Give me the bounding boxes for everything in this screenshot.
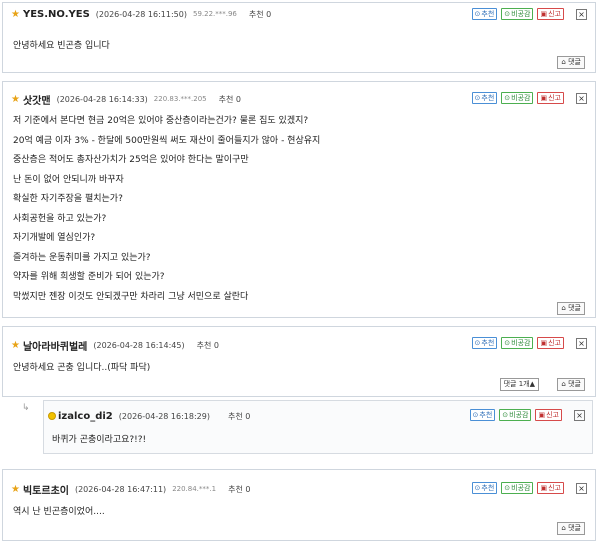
- comment-actions: ⊙ 추천 ⊙ 비공감 ▣ 신고 ×: [471, 337, 587, 349]
- comment-ip: 220.84.***.1: [172, 485, 217, 493]
- thumbs-down-icon: ⊙: [504, 94, 511, 102]
- comment-actions: ⊙ 추천 ⊙ 비공감 ▣ 신고 ×: [471, 482, 587, 494]
- reply-icon: ⌂: [561, 524, 566, 532]
- thumbs-up-icon: ⊙: [474, 10, 481, 18]
- comment-item: ★ 날아라바퀴벌레 (2026-04-28 16:14:45) 추천 0 ⊙ 추천…: [2, 326, 596, 397]
- comment-author[interactable]: 삿갓맨: [23, 92, 51, 107]
- comment-body: 바퀴가 곤충이라고요?!?!: [52, 435, 147, 445]
- comment-date: (2026-04-28 16:14:33): [56, 94, 148, 104]
- not-recommend-button[interactable]: ⊙ 비공감: [501, 337, 534, 349]
- comment-actions: ⊙ 추천 ⊙ 비공감 ▣ 신고 ×: [469, 409, 585, 421]
- siren-icon: ▣: [540, 10, 548, 18]
- not-recommend-button[interactable]: ⊙ 비공감: [501, 482, 534, 494]
- thumbs-down-icon: ⊙: [502, 411, 509, 419]
- comment-body: 역시 난 빈곤층이었어....: [13, 507, 105, 517]
- thumbs-down-icon: ⊙: [504, 484, 511, 492]
- siren-icon: ▣: [538, 411, 546, 419]
- comment-ip: 59.22.***.96: [192, 10, 237, 18]
- recommend-count: 추천 0: [218, 94, 241, 104]
- recommend-count: 추천 0: [227, 411, 251, 421]
- comment-actions: ⊙ 추천 ⊙ 비공감 ▣ 신고 ×: [471, 92, 587, 104]
- recommend-button[interactable]: ⊙ 추천: [471, 92, 498, 104]
- report-button[interactable]: ▣ 신고: [537, 337, 564, 349]
- reply-button[interactable]: ⌂ 댓글: [557, 56, 585, 69]
- comment-item: ★ 삿갓맨 (2026-04-28 16:14:33) 220.83.***.2…: [2, 81, 596, 318]
- report-button[interactable]: ▣ 신고: [535, 409, 562, 421]
- comment-date: (2026-04-28 16:14:45): [93, 340, 185, 350]
- reply-button[interactable]: ⌂ 댓글: [557, 302, 585, 315]
- reply-button[interactable]: ⌂ 댓글: [557, 522, 585, 535]
- thumbs-down-icon: ⊙: [504, 339, 511, 347]
- not-recommend-button[interactable]: ⊙ 비공감: [501, 8, 534, 20]
- comment-actions: ⊙ 추천 ⊙ 비공감 ▣ 신고 ×: [471, 8, 587, 20]
- comment-author[interactable]: 빅토르초이: [23, 482, 69, 497]
- close-icon[interactable]: ×: [576, 92, 587, 104]
- thumbs-up-icon: ⊙: [472, 411, 479, 419]
- close-icon[interactable]: ×: [576, 482, 587, 494]
- comment-date: (2026-04-28 16:47:11): [74, 484, 167, 494]
- reply-count-toggle[interactable]: 댓글 1개▲: [499, 378, 539, 391]
- recommend-button[interactable]: ⊙ 추천: [471, 337, 498, 349]
- recommend-count: 추천 0: [248, 9, 272, 19]
- reply-icon: ⌂: [561, 58, 566, 66]
- comment-date: (2026-04-28 16:11:50): [95, 9, 187, 19]
- report-button[interactable]: ▣ 신고: [537, 482, 564, 494]
- comment-author[interactable]: YES.NO.YES: [23, 9, 90, 20]
- thumbs-down-icon: ⊙: [504, 10, 511, 18]
- report-button[interactable]: ▣ 신고: [537, 92, 564, 104]
- comment-body: 저 기준에서 본다면 현금 20억은 있어야 중산층이라는건가? 물론 집도 있…: [13, 116, 321, 302]
- siren-icon: ▣: [540, 339, 548, 347]
- not-recommend-button[interactable]: ⊙ 비공감: [499, 409, 532, 421]
- thumbs-up-icon: ⊙: [474, 339, 481, 347]
- recommend-count: 추천 0: [228, 484, 251, 494]
- user-icon: [48, 412, 56, 420]
- thumbs-up-icon: ⊙: [474, 94, 481, 102]
- comment-body: 안녕하세요 곤충 입니다..(파닥 파닥): [13, 363, 151, 373]
- comment-item: ★ 빅토르초이 (2026-04-28 16:47:11) 220.84.***…: [2, 469, 596, 541]
- reply-arrow-icon: ↳: [22, 403, 30, 413]
- recommend-button[interactable]: ⊙ 추천: [471, 8, 498, 20]
- comment-item: ★ YES.NO.YES (2026-04-28 16:11:50) 59.22…: [2, 2, 596, 73]
- reply-item: izalco_di2 (2026-04-28 16:18:29) 추천 0 ⊙ 추…: [43, 400, 593, 454]
- recommend-button[interactable]: ⊙ 추천: [469, 409, 496, 421]
- star-icon: ★: [11, 339, 20, 351]
- recommend-button[interactable]: ⊙ 추천: [471, 482, 498, 494]
- star-icon: ★: [11, 483, 20, 495]
- comment-date: (2026-04-28 16:18:29): [118, 411, 210, 421]
- close-icon[interactable]: ×: [576, 8, 587, 20]
- comment-body: 안녕하세요 빈곤층 입니다: [13, 41, 110, 51]
- close-icon[interactable]: ×: [574, 409, 585, 421]
- not-recommend-button[interactable]: ⊙ 비공감: [501, 92, 534, 104]
- report-button[interactable]: ▣ 신고: [537, 8, 564, 20]
- reply-icon: ⌂: [561, 380, 566, 388]
- comment-author[interactable]: izalco_di2: [58, 411, 113, 422]
- comment-ip: 220.83.***.205: [153, 95, 207, 103]
- thumbs-up-icon: ⊙: [474, 484, 481, 492]
- siren-icon: ▣: [540, 484, 548, 492]
- close-icon[interactable]: ×: [576, 337, 587, 349]
- siren-icon: ▣: [540, 94, 548, 102]
- reply-button[interactable]: ⌂ 댓글: [557, 378, 585, 391]
- recommend-count: 추천 0: [196, 340, 219, 350]
- reply-icon: ⌂: [561, 304, 566, 312]
- star-icon: ★: [11, 93, 20, 105]
- star-icon: ★: [11, 8, 20, 20]
- comment-author[interactable]: 날아라바퀴벌레: [23, 338, 87, 353]
